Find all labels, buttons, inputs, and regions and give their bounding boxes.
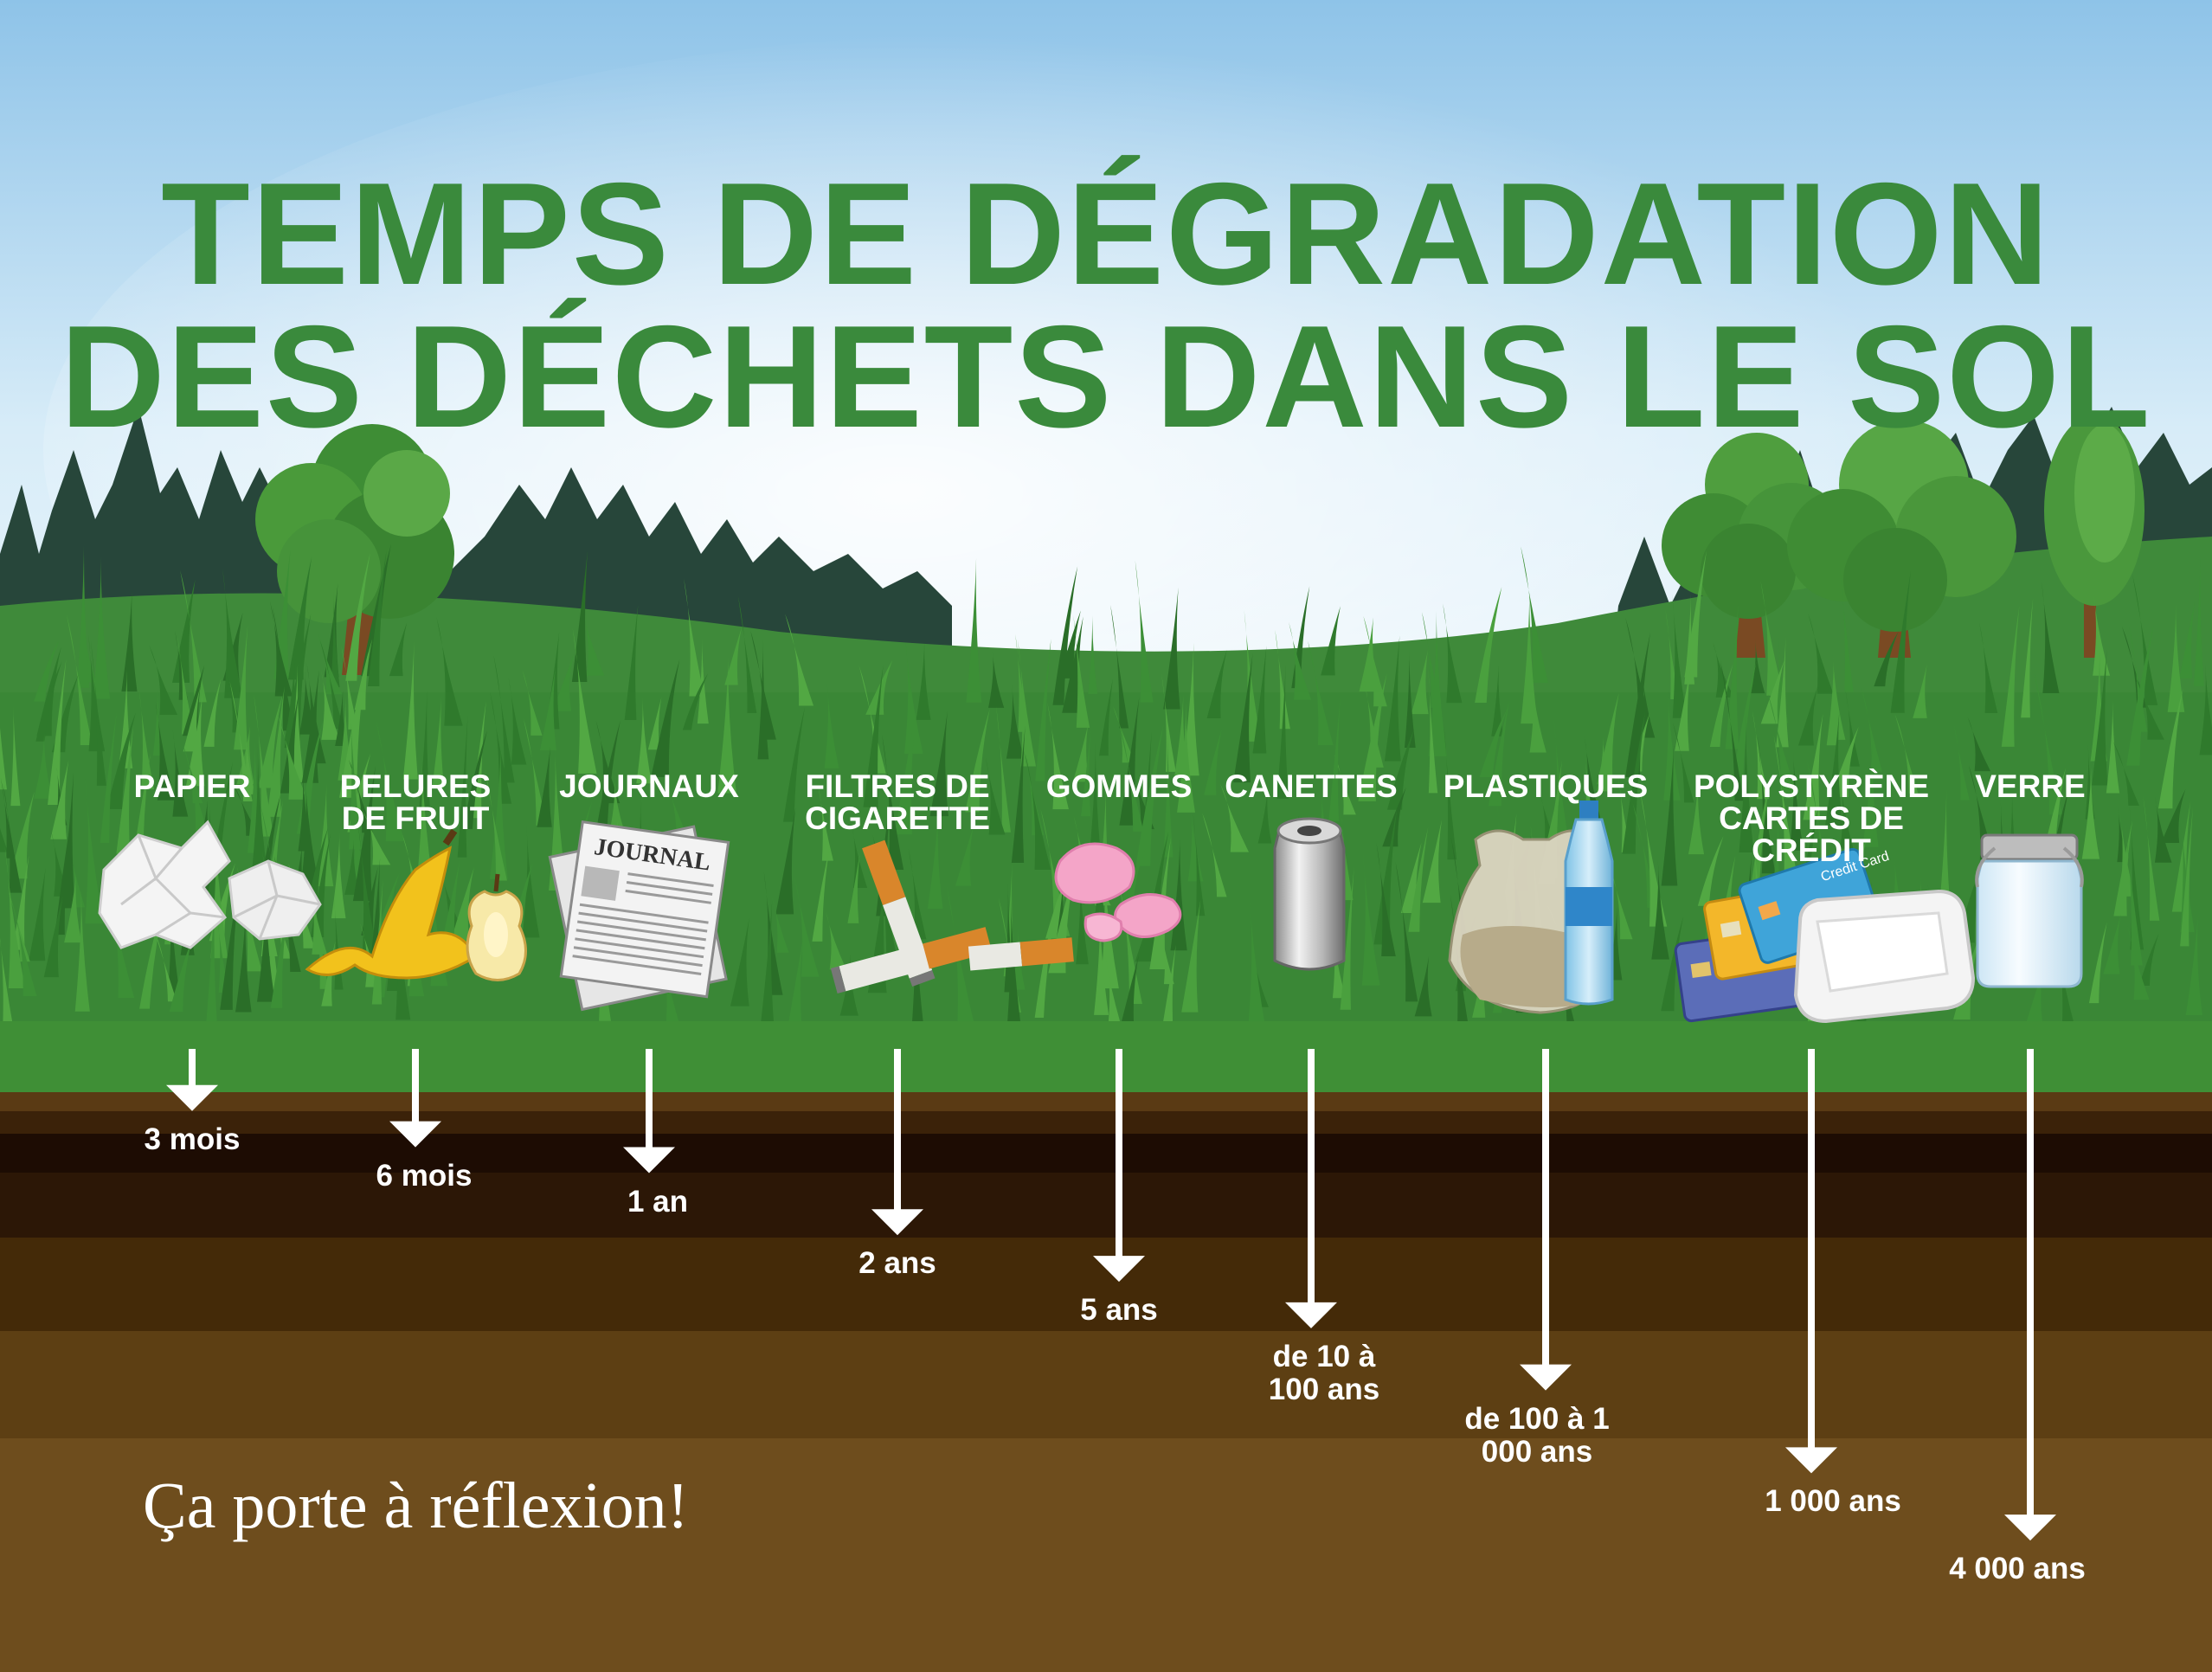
soda-can-icon — [1273, 817, 1346, 971]
item-label: JOURNAUX — [559, 768, 739, 804]
item-time: 2 ans — [858, 1246, 936, 1281]
title-line-2: DES DÉCHETS DANS LE SOL — [60, 295, 2152, 458]
item-label: PAPIER — [133, 768, 251, 804]
item-label: CANETTES — [1225, 768, 1398, 804]
item-label: FILTRES DE CIGARETTE — [805, 768, 990, 836]
item-time: 3 mois — [144, 1122, 241, 1156]
item-time: 1 000 ans — [1765, 1484, 1901, 1519]
item-time: 5 ans — [1080, 1293, 1158, 1328]
glass-jar-icon — [1975, 833, 2084, 988]
item-label: PELURES DE FRUIT — [339, 768, 492, 836]
item-label: VERRE — [1975, 768, 2086, 804]
item-time: de 10 à 100 ans — [1268, 1339, 1380, 1406]
item-time: de 100 à 1 000 ans — [1464, 1401, 1610, 1469]
item-time: 6 mois — [376, 1158, 473, 1193]
item-label: POLYSTYRÈNE CARTES DE CRÉDIT — [1693, 768, 1930, 868]
tagline: Ça porte à réflexion! — [143, 1469, 689, 1542]
item-time: 1 an — [627, 1184, 689, 1219]
title-line-1: TEMPS DE DÉGRADATION — [161, 152, 2051, 315]
infographic: JOURNAL Credit Card TEMPS DE DÉGRADATION… — [0, 0, 2212, 1672]
item-time: 4 000 ans — [1949, 1552, 2086, 1586]
item-label: PLASTIQUES — [1443, 768, 1649, 804]
